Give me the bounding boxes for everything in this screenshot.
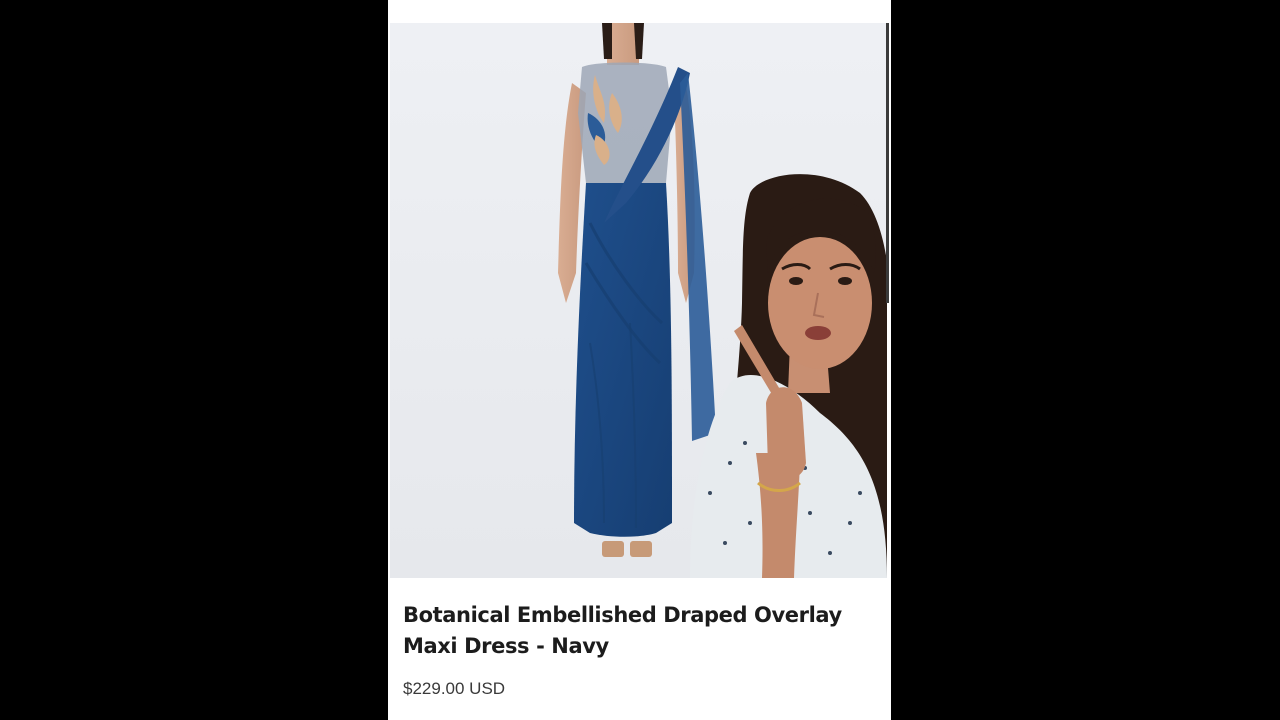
product-photo-illustration (390, 23, 887, 578)
scroll-indicator[interactable] (886, 23, 889, 303)
letterbox-right (891, 0, 1280, 720)
video-frame: Botanical Embellished Draped Overlay Max… (388, 0, 891, 720)
top-strip (388, 0, 891, 23)
product-title[interactable]: Botanical Embellished Draped Overlay Max… (403, 600, 881, 662)
product-price: $229.00 USD (403, 679, 506, 698)
product-image[interactable] (390, 23, 887, 578)
letterbox-left (0, 0, 388, 720)
